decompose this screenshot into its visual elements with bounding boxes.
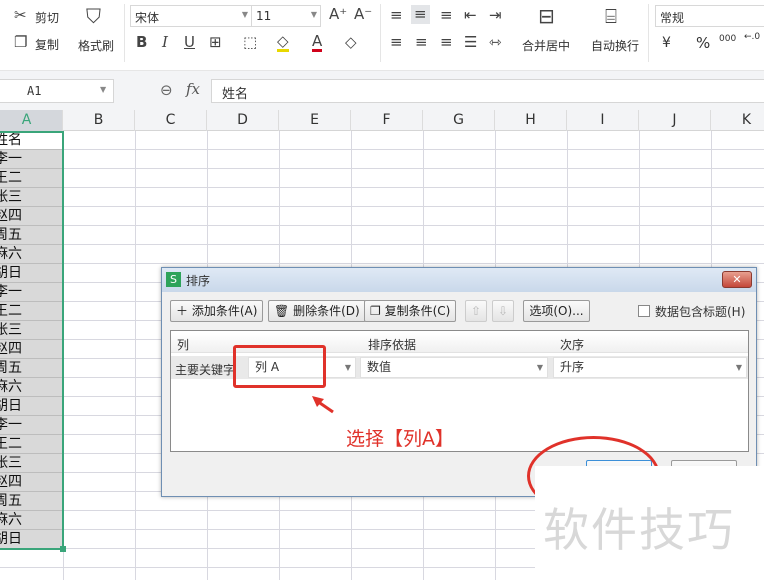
column-header-E[interactable]: E xyxy=(279,110,351,131)
chevron-down-icon[interactable]: ▼ xyxy=(100,85,106,94)
chevron-down-icon: ▼ xyxy=(310,10,317,19)
copy-icon: ❐ xyxy=(370,304,381,318)
column-header-C[interactable]: C xyxy=(135,110,207,131)
selection-border xyxy=(0,131,64,550)
annotation-text: 选择【列A】 xyxy=(346,428,454,450)
merge-icon[interactable]: ⊟ xyxy=(538,6,555,26)
copy-condition-label: 复制条件(C) xyxy=(384,304,451,318)
sort-basis-value: 数值 xyxy=(367,360,392,374)
bold-icon[interactable]: B xyxy=(136,35,147,50)
align-top-icon[interactable]: ≡ xyxy=(390,8,403,23)
has-header-label[interactable]: 数据包含标题(H) xyxy=(655,303,745,320)
thousands-button[interactable]: 000 xyxy=(719,34,736,44)
fill-handle[interactable] xyxy=(60,546,66,552)
delete-condition-label: 删除条件(D) xyxy=(293,304,360,318)
align-bottom-icon[interactable]: ≡ xyxy=(440,8,453,23)
align-right-icon[interactable]: ≡ xyxy=(440,35,453,50)
increase-font-icon[interactable]: A⁺ xyxy=(329,7,347,22)
font-size-value: 11 xyxy=(256,9,272,23)
add-condition-label: 添加条件(A) xyxy=(191,304,258,318)
delete-condition-button[interactable]: 🗑 删除条件(D) xyxy=(268,300,366,322)
fill-pattern-icon[interactable]: ⬚ xyxy=(243,35,257,50)
align-middle-icon[interactable]: ≡ xyxy=(411,5,430,24)
column-header-B[interactable]: B xyxy=(63,110,135,131)
add-condition-button[interactable]: ＋ 添加条件(A) xyxy=(170,300,264,322)
has-header-checkbox[interactable] xyxy=(638,305,650,317)
name-box[interactable]: A1 xyxy=(0,79,114,103)
copy-condition-button[interactable]: ❐ 复制条件(C) xyxy=(364,300,457,322)
ribbon-toolbar: ✂ 剪切 ❐ 复制 ⛉ 格式刷 宋体 ▼ 11 ▼ A⁺ A⁻ B I U ⊞ ⬚ … xyxy=(0,0,764,70)
plus-icon: ＋ xyxy=(176,304,189,318)
header-order: 次序 xyxy=(560,338,585,352)
wrap-icon[interactable]: ⌸ xyxy=(605,6,617,26)
decimal-button[interactable]: ←.0 xyxy=(744,32,760,42)
align-left-icon[interactable]: ≡ xyxy=(390,35,403,50)
cut-button[interactable]: 剪切 xyxy=(35,9,59,26)
justify-icon[interactable]: ☰ xyxy=(464,35,477,50)
chevron-down-icon: ▼ xyxy=(241,10,248,19)
italic-icon[interactable]: I xyxy=(162,35,168,50)
header-column: 列 xyxy=(177,338,190,352)
chevron-down-icon: ▼ xyxy=(536,363,543,372)
format-painter-button[interactable]: 格式刷 xyxy=(78,37,114,54)
close-icon[interactable]: ✕ xyxy=(722,271,752,288)
primary-key-label: 主要关键字 xyxy=(175,363,236,377)
column-header-A[interactable]: A xyxy=(0,110,63,131)
copy-button[interactable]: 复制 xyxy=(35,36,59,53)
zoom-icon[interactable]: ⊖ xyxy=(160,81,173,99)
sort-basis-select[interactable]: 数值 ▼ xyxy=(360,357,548,378)
number-format-select[interactable]: 常规 xyxy=(655,5,764,27)
highlight-rectangle xyxy=(233,345,326,388)
eraser-icon[interactable]: ◇ xyxy=(345,35,357,50)
column-header-K[interactable]: K xyxy=(711,110,764,131)
chevron-down-icon: ▼ xyxy=(344,363,351,372)
column-header-H[interactable]: H xyxy=(495,110,567,131)
font-name-value: 宋体 xyxy=(135,11,160,25)
align-center-icon[interactable]: ≡ xyxy=(415,35,428,50)
column-header-F[interactable]: F xyxy=(351,110,423,131)
formula-bar: A1 ▼ ⊖ fx 姓名 xyxy=(0,70,764,110)
dialog-titlebar: S 排序 ✕ xyxy=(162,268,756,292)
percent-button[interactable]: % xyxy=(696,34,710,52)
chevron-down-icon: ▼ xyxy=(735,363,742,372)
number-format-value: 常规 xyxy=(660,11,685,25)
underline-icon[interactable]: U xyxy=(184,35,195,50)
header-sort-basis: 排序依据 xyxy=(368,338,417,352)
move-down-button[interactable]: ⇩ xyxy=(492,300,514,322)
column-header-J[interactable]: J xyxy=(639,110,711,131)
column-header-D[interactable]: D xyxy=(207,110,279,131)
arrow-down-icon: ⇩ xyxy=(498,304,509,318)
watermark-text: 软件技巧 xyxy=(543,503,735,557)
options-button[interactable]: 选项(O)... xyxy=(523,300,590,322)
wrap-text-button[interactable]: 自动换行 xyxy=(591,37,639,54)
formula-input[interactable]: 姓名 xyxy=(211,79,764,103)
order-value: 升序 xyxy=(560,360,585,374)
move-up-button[interactable]: ⇧ xyxy=(465,300,487,322)
fill-color-icon[interactable]: ◇ xyxy=(277,34,289,52)
distributed-icon[interactable]: ⇿ xyxy=(489,35,502,50)
annotation-arrow-icon xyxy=(312,396,334,414)
scissors-icon[interactable]: ✂ xyxy=(14,8,27,23)
watermark-box: 软件技巧 xyxy=(535,466,764,580)
indent-increase-icon[interactable]: ⇥ xyxy=(489,8,502,23)
column-header-G[interactable]: G xyxy=(423,110,495,131)
column-headers: ABCDEFGHIJK xyxy=(0,110,764,131)
arrow-up-icon: ⇧ xyxy=(471,304,482,318)
copy-icon[interactable]: ❐ xyxy=(14,35,27,50)
font-name-select[interactable]: 宋体 ▼ xyxy=(130,5,252,27)
currency-button[interactable]: ¥ xyxy=(662,35,671,51)
column-header-I[interactable]: I xyxy=(567,110,639,131)
fx-icon[interactable]: fx xyxy=(186,80,200,98)
border-icon[interactable]: ⊞ xyxy=(209,35,222,50)
decrease-font-icon[interactable]: A⁻ xyxy=(354,7,372,22)
merge-center-button[interactable]: 合并居中 xyxy=(522,37,570,54)
font-size-select[interactable]: 11 ▼ xyxy=(251,5,321,27)
trash-icon: 🗑 xyxy=(274,304,290,318)
font-color-icon[interactable]: A xyxy=(312,34,323,52)
wps-logo-icon: S xyxy=(166,272,181,287)
dialog-title: 排序 xyxy=(186,274,211,288)
indent-decrease-icon[interactable]: ⇤ xyxy=(464,8,477,23)
order-select[interactable]: 升序 ▼ xyxy=(553,357,747,378)
format-painter-icon[interactable]: ⛉ xyxy=(86,6,101,26)
